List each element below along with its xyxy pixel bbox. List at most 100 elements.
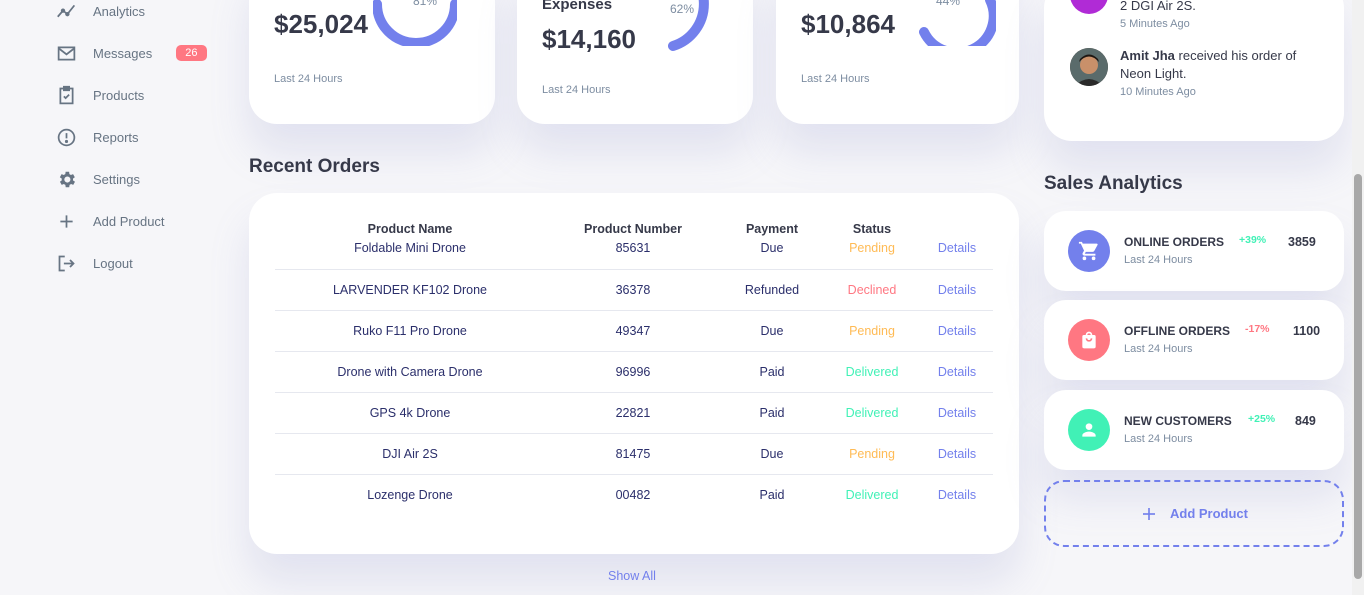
recent-updates-card: 2 DGI Air 2S. 5 Minutes Ago Amit Jha rec… [1044,0,1344,141]
status-cell: Declined [823,269,921,311]
product-number-cell: 49347 [545,310,721,352]
insight-card-sales: $25,024 81% Last 24 Hours [249,0,495,124]
orders-table: Product Name Product Number Payment Stat… [275,219,993,515]
sidebar-item-label: Reports [93,129,139,145]
sidebar-item-label: Logout [93,255,133,271]
person-icon [1068,409,1110,451]
recent-orders-card: Product Name Product Number Payment Stat… [249,193,1019,554]
details-link[interactable]: Details [921,433,993,475]
product-number-cell: 81475 [545,433,721,475]
sidebar-item-add-product[interactable]: Add Product [56,209,165,233]
payment-cell: Refunded [721,269,823,311]
insight-card-expenses: Expenses $14,160 62% Last 24 Hours [517,0,753,124]
status-cell: Delivered [823,351,921,393]
sidebar-item-reports[interactable]: Reports [56,125,139,149]
analytics-change: +39% [1239,234,1267,246]
insight-subtitle: Last 24 Hours [801,73,870,85]
details-link[interactable]: Details [921,474,993,515]
update-text: Amit Jha received his order of Neon Ligh… [1120,47,1320,83]
product-name-cell: LARVENDER KF102 Drone [275,269,545,311]
status-cell: Delivered [845,487,899,502]
product-name-cell: Ruko F11 Pro Drone [275,310,545,352]
analytics-change: -17% [1245,323,1270,335]
details-link[interactable]: Details [921,269,993,311]
details-link[interactable]: Details [921,239,993,270]
status-cell: Pending [823,433,921,475]
analytics-offline-orders: OFFLINE ORDERS Last 24 Hours -17% 1100 [1044,300,1344,380]
sidebar-item-label: Settings [93,171,140,187]
table-row: Foldable Mini Drone 85631 Due Pending Detail… [275,239,993,270]
avatar [1070,48,1108,86]
insight-label: Expenses [542,0,613,13]
scrollbar-thumb[interactable] [1354,174,1362,579]
clipboard-icon [59,85,74,104]
add-product-button[interactable]: Add Product [1044,480,1344,547]
table-header-row: Product Name Product Number Payment Stat… [275,219,993,239]
analytics-new-customers: NEW CUSTOMERS Last 24 Hours +25% 849 [1044,390,1344,470]
insight-percent: 62% [670,2,695,16]
sidebar-item-logout[interactable]: Logout [56,251,133,275]
status-cell: Pending [823,239,921,270]
show-all-link[interactable]: Show All [608,569,656,583]
column-header: Product Name [367,222,453,236]
table-row: GPS 4k Drone 22821 Paid Delivered Details [275,392,993,434]
sidebar-item-settings[interactable]: Settings [56,167,140,191]
sidebar-item-messages[interactable]: Messages 26 [56,41,207,65]
plus-icon [1143,507,1155,520]
payment-cell: Due [721,310,823,352]
analytics-icon [57,4,76,17]
details-link[interactable]: Details [921,351,993,393]
plus-icon [60,214,73,228]
gear-icon [59,171,75,187]
sidebar-item-label: Products [93,87,145,103]
details-link[interactable]: Details [921,310,993,352]
report-icon [57,128,76,146]
analytics-subtitle: Last 24 Hours [1124,254,1193,266]
sidebar-item-analytics[interactable]: Analytics [56,0,145,23]
column-header: Status [852,222,892,236]
update-user-name: Amit Jha [1120,48,1175,63]
mail-icon [57,46,76,60]
analytics-change: +25% [1248,413,1276,425]
product-name-cell: Lozenge Drone [367,487,453,502]
details-link[interactable]: Details [921,392,993,434]
sidebar-item-label: Analytics [93,3,146,19]
table-row: Ruko F11 Pro Drone 49347 Due Pending Details [275,310,993,352]
product-name-cell: Foldable Mini Drone [275,239,545,270]
sidebar: Analytics Messages 26 Products Reports S… [0,0,230,595]
sidebar-item-label: Messages [93,45,153,61]
table-row: DJI Air 2S 81475 Due Pending Details [275,433,993,475]
column-header [921,219,993,239]
cart-icon [1068,230,1110,272]
message-count-badge: 26 [176,45,207,61]
analytics-count: 1100 [1293,324,1321,338]
insight-value: $25,024 [274,9,368,39]
update-text: 2 DGI Air 2S. [1120,0,1196,13]
table-row: Lozenge Drone 00482 Paid Delivered Details [275,474,993,515]
sidebar-item-products[interactable]: Products [56,83,144,107]
product-number-cell: 00482 [615,487,651,502]
product-number-cell: 85631 [545,239,721,270]
recent-orders-title: Recent Orders [249,156,380,177]
avatar [1070,0,1108,14]
analytics-online-orders: ONLINE ORDERS Last 24 Hours +39% 3859 [1044,211,1344,291]
product-name-cell: DJI Air 2S [275,433,545,475]
product-number-cell: 22821 [545,392,721,434]
product-number-cell: 36378 [545,269,721,311]
status-cell: Pending [823,310,921,352]
sidebar-item-label: Add Product [93,213,165,229]
logout-icon [58,255,75,271]
payment-cell: Paid [721,392,823,434]
analytics-subtitle: Last 24 Hours [1124,343,1193,355]
insight-percent: 81% [413,0,438,8]
payment-cell: Due [721,433,823,475]
insight-value: $10,864 [801,9,895,39]
analytics-count: 849 [1295,414,1316,428]
table-row: Drone with Camera Drone 96996 Paid Delivere… [275,351,993,393]
product-number-cell: 96996 [545,351,721,393]
analytics-subtitle: Last 24 Hours [1124,433,1193,445]
insight-percent: 44% [936,0,961,8]
payment-cell: Paid [759,487,785,502]
update-time: 10 Minutes Ago [1120,86,1196,98]
shopping-bag-icon [1068,319,1110,361]
